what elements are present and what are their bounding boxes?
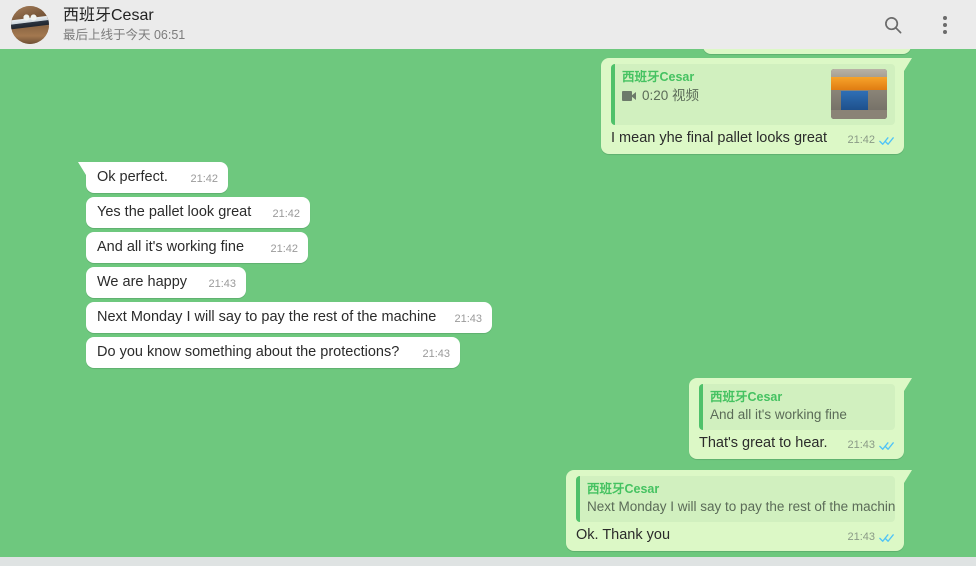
message-bubble-incoming[interactable]: Next Monday I will say to pay the rest o… — [86, 302, 492, 333]
message-time: 21:42 — [272, 208, 300, 220]
message-time: 21:43 — [422, 348, 450, 360]
message-time: 21:43 — [208, 278, 236, 290]
message-time: 21:42 — [270, 243, 298, 255]
message-bubble-incoming[interactable]: Do you know something about the protecti… — [86, 337, 460, 368]
quoted-sender-name: 西班牙Cesar — [710, 390, 783, 404]
chat-header: 西班牙Cesar 最后上线于今天 06:51 — [0, 0, 976, 49]
contact-last-seen: 最后上线于今天 06:51 — [63, 28, 186, 42]
search-button[interactable] — [880, 12, 906, 38]
message-bubble-incoming[interactable]: And all it's working fine 21:42 — [86, 232, 308, 263]
message-meta: 21:43 — [454, 313, 482, 327]
message-meta: 21:42 — [272, 208, 300, 222]
read-receipt-double-check-icon — [879, 442, 894, 450]
overflow-menu-icon — [943, 15, 947, 34]
message-text: Do you know something about the protecti… — [97, 344, 400, 360]
quoted-message[interactable]: 西班牙Cesar And all it's working fine — [699, 384, 895, 430]
message-row: And all it's working fine 21:42 — [97, 238, 298, 257]
message-bubble-incoming[interactable]: Ok perfect. 21:42 — [86, 162, 228, 193]
message-row: That's great to hear. 21:43 — [699, 434, 895, 453]
quoted-message-text: And all it's working fine — [710, 407, 847, 422]
quoted-media-label: 0:20 视频 — [642, 88, 700, 103]
contact-info[interactable]: 西班牙Cesar 最后上线于今天 06:51 — [63, 6, 880, 43]
contact-name: 西班牙Cesar — [63, 7, 154, 24]
quoted-text-block: 西班牙Cesar 0:20 视频 — [622, 69, 821, 119]
window-bottom-strip — [0, 557, 976, 566]
quoted-sender-name: 西班牙Cesar — [587, 482, 660, 496]
quoted-sender-name: 西班牙Cesar — [622, 70, 695, 84]
message-time: 21:42 — [190, 173, 218, 185]
message-bubble-incoming[interactable]: Yes the pallet look great 21:42 — [86, 197, 310, 228]
avatar-photo-highlight — [20, 13, 40, 22]
message-text: Ok. Thank you — [576, 527, 671, 543]
whatsapp-chat-window: 西班牙Cesar 最后上线于今天 06:51 西班牙Cesar 0:20 视频 … — [0, 0, 976, 566]
contact-avatar[interactable] — [11, 5, 49, 44]
message-text: Next Monday I will say to pay the rest o… — [97, 309, 437, 325]
message-meta: 21:43 — [422, 348, 450, 362]
message-row: Do you know something about the protecti… — [97, 343, 450, 362]
message-text: I mean yhe final pallet looks great — [611, 130, 828, 146]
partial-message-bubble-above[interactable] — [703, 49, 911, 54]
quoted-message[interactable]: 西班牙Cesar 0:20 视频 — [611, 64, 895, 125]
message-meta: 21:43 — [847, 531, 895, 545]
message-bubble-outgoing[interactable]: 西班牙Cesar And all it's working fine That'… — [689, 378, 904, 459]
search-icon — [885, 16, 902, 33]
message-bubble-outgoing[interactable]: 西班牙Cesar 0:20 视频 I mean yhe final pallet… — [601, 58, 904, 154]
message-meta: 21:42 — [190, 173, 218, 187]
message-text: Yes the pallet look great — [97, 204, 252, 220]
message-meta: 21:42 — [847, 134, 895, 148]
message-list[interactable]: 西班牙Cesar 0:20 视频 I mean yhe final pallet… — [0, 49, 976, 557]
message-text: And all it's working fine — [97, 239, 245, 255]
message-meta: 21:43 — [208, 278, 236, 292]
message-time: 21:43 — [847, 439, 875, 451]
message-meta: 21:43 — [847, 439, 895, 453]
read-receipt-double-check-icon — [879, 137, 894, 145]
message-text: Ok perfect. — [97, 169, 168, 185]
quoted-media-row: 0:20 视频 — [622, 87, 821, 105]
message-time: 21:43 — [847, 531, 875, 543]
message-time: 21:43 — [454, 313, 482, 325]
video-camera-icon — [622, 91, 636, 101]
message-meta: 21:42 — [270, 243, 298, 257]
header-actions — [880, 12, 958, 38]
menu-button[interactable] — [932, 12, 958, 38]
bubbles-container: 西班牙Cesar 0:20 视频 I mean yhe final pallet… — [0, 49, 976, 557]
message-row: Ok perfect. 21:42 — [97, 168, 218, 187]
message-row: Yes the pallet look great 21:42 — [97, 203, 300, 222]
quoted-message[interactable]: 西班牙Cesar Next Monday I will say to pay t… — [576, 476, 895, 522]
quoted-message-text: Next Monday I will say to pay the rest o… — [587, 499, 895, 514]
message-bubble-incoming[interactable]: We are happy 21:43 — [86, 267, 246, 298]
message-text: That's great to hear. — [699, 435, 828, 451]
message-row: We are happy 21:43 — [97, 273, 236, 292]
read-receipt-double-check-icon — [879, 534, 894, 542]
message-text: We are happy — [97, 274, 188, 290]
message-row: Next Monday I will say to pay the rest o… — [97, 308, 482, 327]
message-row: I mean yhe final pallet looks great 21:4… — [611, 129, 895, 148]
message-time: 21:42 — [847, 134, 875, 146]
message-row: Ok. Thank you 21:43 — [576, 526, 895, 545]
message-bubble-outgoing[interactable]: 西班牙Cesar Next Monday I will say to pay t… — [566, 470, 904, 551]
quoted-video-thumbnail[interactable] — [831, 69, 887, 119]
